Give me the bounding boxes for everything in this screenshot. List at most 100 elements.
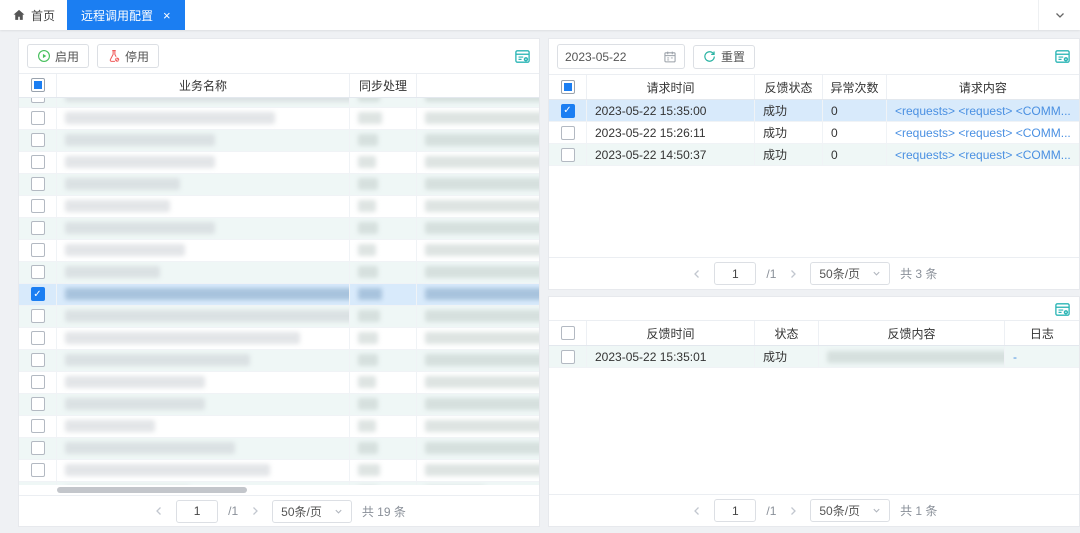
header-feedback-time[interactable]: 反馈时间	[587, 321, 755, 345]
blurred-text	[358, 332, 378, 344]
date-filter-input[interactable]: 2023-05-22	[557, 44, 685, 69]
row-checkbox[interactable]	[31, 419, 45, 433]
row-checkbox[interactable]	[31, 243, 45, 257]
table-row[interactable]	[19, 306, 539, 328]
page-number-input[interactable]: 1	[176, 500, 218, 523]
row-checkbox[interactable]	[31, 199, 45, 213]
request-content-link[interactable]: <requests> <request> <COMM...	[895, 104, 1071, 118]
page-number-input[interactable]: 1	[714, 262, 756, 285]
table-row[interactable]	[19, 218, 539, 240]
table-row[interactable]: 2023-05-22 15:26:11成功0<requests> <reques…	[549, 122, 1079, 144]
table-row[interactable]	[19, 152, 539, 174]
row-checkbox[interactable]	[31, 331, 45, 345]
row-checkbox[interactable]	[561, 126, 575, 140]
header-feedback-status[interactable]: 反馈状态	[755, 75, 823, 99]
left-header-extra[interactable]	[417, 74, 539, 97]
left-header-business-name[interactable]: 业务名称	[57, 74, 350, 97]
page-number-input[interactable]: 1	[714, 499, 756, 522]
request-log-panel: 2023-05-22 重置	[548, 38, 1080, 290]
header-feedback-content[interactable]: 反馈内容	[819, 321, 1005, 345]
row-checkbox[interactable]	[31, 221, 45, 235]
table-row[interactable]	[19, 108, 539, 130]
select-all-checkbox[interactable]	[561, 326, 575, 340]
table-row[interactable]	[19, 174, 539, 196]
next-page-icon[interactable]	[786, 267, 800, 281]
row-checkbox[interactable]	[31, 309, 45, 323]
header-log[interactable]: 日志	[1005, 321, 1079, 345]
enable-button[interactable]: 启用	[27, 44, 89, 68]
table-row[interactable]	[19, 240, 539, 262]
select-all-checkbox[interactable]	[561, 80, 575, 94]
business-name-cell	[57, 196, 350, 217]
row-checkbox[interactable]	[31, 133, 45, 147]
prev-page-icon[interactable]	[690, 267, 704, 281]
select-all-checkbox[interactable]	[31, 78, 45, 92]
page-size-value: 50条/页	[819, 265, 860, 282]
log-link[interactable]: -	[1013, 350, 1017, 364]
row-checkbox[interactable]	[31, 353, 45, 367]
row-checkbox-cell	[19, 98, 57, 107]
reset-button[interactable]: 重置	[693, 45, 755, 69]
blurred-text	[425, 354, 539, 366]
table-row[interactable]	[19, 350, 539, 372]
scrollbar-thumb[interactable]	[57, 487, 247, 493]
disable-button[interactable]: 停用	[97, 44, 159, 68]
table-row[interactable]	[19, 438, 539, 460]
table-row[interactable]	[19, 372, 539, 394]
request-pagination: 1 /1 50条/页 共 3 条	[549, 257, 1079, 289]
row-checkbox-cell	[19, 460, 57, 481]
table-row[interactable]: 2023-05-22 15:35:00成功0<requests> <reques…	[549, 100, 1079, 122]
prev-page-icon[interactable]	[690, 504, 704, 518]
table-row[interactable]	[19, 130, 539, 152]
row-checkbox[interactable]	[561, 104, 575, 118]
business-name-cell	[57, 350, 350, 371]
table-row[interactable]	[19, 98, 539, 108]
next-page-icon[interactable]	[786, 504, 800, 518]
row-checkbox[interactable]	[31, 111, 45, 125]
row-checkbox[interactable]	[31, 155, 45, 169]
table-row[interactable]: 2023-05-22 15:35:01成功-	[549, 346, 1079, 368]
tab-remote-call-config[interactable]: 远程调用配置 ×	[67, 0, 185, 30]
row-checkbox[interactable]	[31, 397, 45, 411]
table-row[interactable]	[19, 460, 539, 482]
header-request-content[interactable]: 请求内容	[887, 75, 1079, 99]
row-checkbox[interactable]	[31, 375, 45, 389]
table-row[interactable]	[19, 394, 539, 416]
tab-home[interactable]: 首页	[0, 0, 67, 30]
close-icon[interactable]: ×	[163, 9, 171, 22]
row-checkbox[interactable]	[31, 463, 45, 477]
table-row[interactable]	[19, 416, 539, 438]
row-checkbox[interactable]	[561, 350, 575, 364]
page-size-select[interactable]: 50条/页	[272, 500, 352, 523]
table-row[interactable]: 2023-05-22 14:50:37成功0<requests> <reques…	[549, 144, 1079, 166]
left-header-sync-process[interactable]: 同步处理	[350, 74, 417, 97]
sync-process-cell	[350, 130, 417, 151]
table-row[interactable]	[19, 328, 539, 350]
prev-page-icon[interactable]	[152, 504, 166, 518]
table-row[interactable]	[19, 196, 539, 218]
row-checkbox[interactable]	[31, 177, 45, 191]
request-content-cell: <requests> <request> <COMM...	[887, 144, 1079, 165]
header-status[interactable]: 状态	[755, 321, 819, 345]
blurred-text	[65, 288, 350, 300]
row-checkbox[interactable]	[31, 265, 45, 279]
header-error-count[interactable]: 异常次数	[823, 75, 887, 99]
tab-list-dropdown-button[interactable]	[1038, 0, 1080, 30]
table-row[interactable]	[19, 262, 539, 284]
table-row[interactable]	[19, 284, 539, 306]
request-content-link[interactable]: <requests> <request> <COMM...	[895, 126, 1071, 140]
request-time-cell: 2023-05-22 15:26:11	[587, 122, 755, 143]
row-checkbox[interactable]	[31, 287, 45, 301]
request-content-link[interactable]: <requests> <request> <COMM...	[895, 148, 1071, 162]
row-checkbox[interactable]	[561, 148, 575, 162]
row-checkbox[interactable]	[31, 441, 45, 455]
page-size-select[interactable]: 50条/页	[810, 262, 890, 285]
request-column-settings-button[interactable]	[1054, 48, 1071, 65]
page-size-select[interactable]: 50条/页	[810, 499, 890, 522]
header-request-time[interactable]: 请求时间	[587, 75, 755, 99]
page-size-value: 50条/页	[281, 503, 322, 520]
row-checkbox[interactable]	[31, 98, 45, 104]
next-page-icon[interactable]	[248, 504, 262, 518]
left-column-settings-button[interactable]	[514, 48, 531, 65]
feedback-column-settings-button[interactable]	[1054, 301, 1071, 318]
